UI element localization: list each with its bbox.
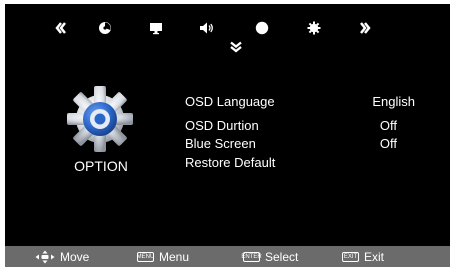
menu-item-blue-screen[interactable]: Blue Screen Off xyxy=(185,135,415,153)
speaker-icon xyxy=(200,22,213,34)
chevron-double-right-icon xyxy=(360,22,371,34)
menu-item-value: Off xyxy=(379,136,397,151)
tab-screen[interactable] xyxy=(144,16,168,40)
option-gear-icon xyxy=(67,86,133,152)
chevron-double-down-icon xyxy=(230,41,242,53)
menu-item-osd-duration[interactable]: OSD Durtion Off xyxy=(185,117,415,135)
hint-menu: MENU Menu xyxy=(137,246,189,267)
tab-time[interactable] xyxy=(250,16,274,40)
hint-label: Select xyxy=(265,249,299,264)
tab-option[interactable] xyxy=(302,16,326,40)
tab-picture[interactable] xyxy=(93,16,117,40)
menu-item-value: Off xyxy=(379,118,397,133)
hint-select: ENTER Select xyxy=(241,246,299,267)
exit-key-icon: EXIT xyxy=(342,251,359,262)
hint-label: Menu xyxy=(159,249,190,264)
menu-item-label: OSD Language xyxy=(185,94,275,109)
menu-item-label: OSD Durtion xyxy=(185,118,259,133)
menu-key-icon: MENU xyxy=(136,251,155,262)
hint-exit: EXIT Exit xyxy=(342,246,384,267)
dpad-icon xyxy=(35,250,55,263)
enter-key-icon: ENTER xyxy=(241,251,262,262)
menu-item-label: Blue Screen xyxy=(185,136,256,151)
menu-item-label: Restore Default xyxy=(185,155,276,170)
picture-mode-icon xyxy=(99,22,111,34)
bottom-hint-bar: Move MENU Menu ENTER Select EXIT Exit xyxy=(5,246,450,267)
menu-item-restore-default[interactable]: Restore Default xyxy=(185,154,415,172)
menu-item-value: English xyxy=(372,94,415,109)
menu-item-osd-language[interactable]: OSD Language English xyxy=(185,93,415,111)
nav-left-button[interactable] xyxy=(49,16,73,40)
submenu-indicator xyxy=(229,40,243,54)
hint-label: Exit xyxy=(364,249,385,264)
screen-icon xyxy=(150,23,162,35)
top-nav xyxy=(5,16,450,40)
tab-sound[interactable] xyxy=(195,16,219,40)
gear-icon xyxy=(307,21,321,35)
circle-icon xyxy=(255,21,269,35)
chevron-double-left-icon xyxy=(55,22,66,34)
tv-menu-screen: OPTION OSD Language English OSD Durtion … xyxy=(5,4,450,267)
hint-move: Move xyxy=(35,246,89,267)
nav-right-button[interactable] xyxy=(353,16,377,40)
hint-label: Move xyxy=(60,249,90,264)
category-label: OPTION xyxy=(74,158,128,174)
